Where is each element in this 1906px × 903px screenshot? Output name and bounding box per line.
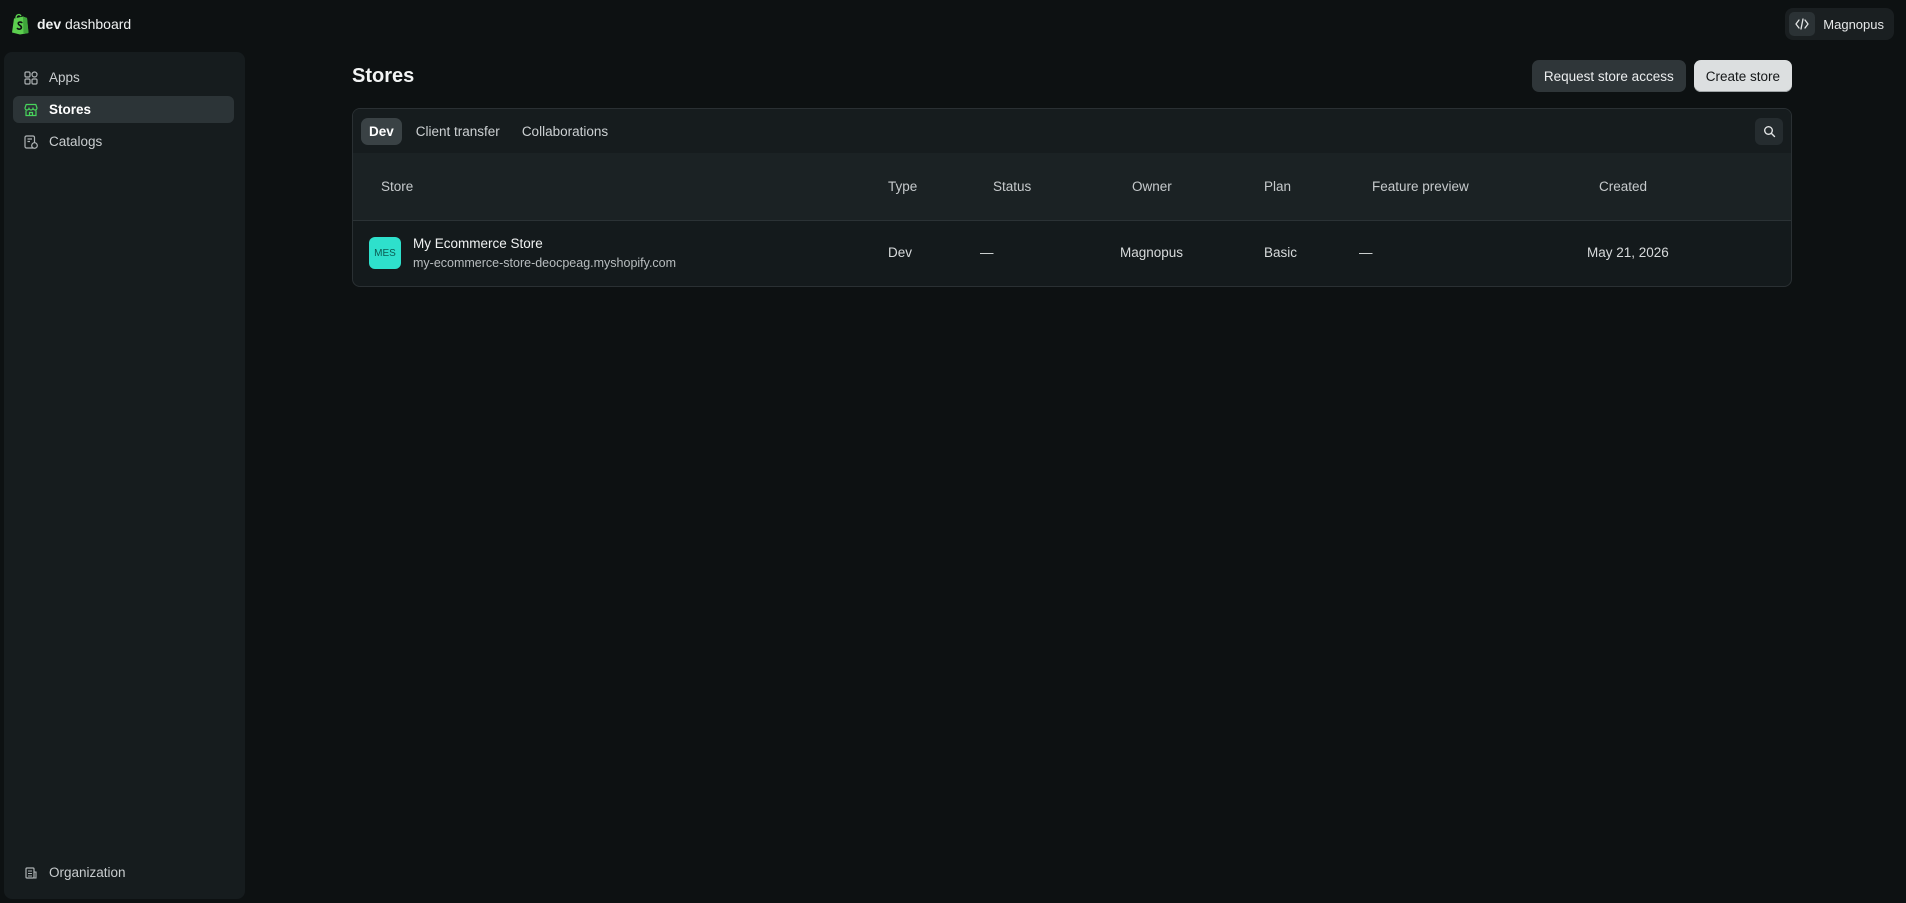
page-header: Stores Request store access Create store — [352, 59, 1792, 93]
cell-type: Dev — [888, 245, 913, 260]
sidebar-item-label: Catalogs — [49, 134, 103, 149]
top-bar: dev dashboard Magnopus — [0, 0, 1906, 48]
tab-collaborations[interactable]: Collaborations — [514, 118, 616, 145]
cell-plan: Basic — [1264, 245, 1298, 260]
shopify-logo-icon — [12, 13, 29, 35]
table-header: Store Type Status Owner Plan Feature pre… — [353, 153, 1791, 221]
sidebar-item-apps[interactable]: Apps — [13, 64, 234, 91]
table-row[interactable]: MES My Ecommerce Store my-ecommerce-stor… — [353, 221, 1791, 286]
sidebar-item-catalogs[interactable]: Catalogs — [13, 128, 234, 155]
search-icon — [1763, 125, 1775, 137]
store-name[interactable]: My Ecommerce Store — [413, 235, 676, 253]
request-store-access-button[interactable]: Request store access — [1531, 60, 1686, 92]
tabs-row: Dev Client transfer Collaborations — [353, 109, 1791, 153]
column-header-plan[interactable]: Plan — [1264, 179, 1291, 194]
store-icon — [24, 103, 38, 116]
header-actions: Request store access Create store — [1531, 60, 1792, 92]
store-url: my-ecommerce-store-deocpeag.myshopify.co… — [413, 256, 677, 270]
code-icon — [1789, 12, 1816, 36]
sidebar-item-stores[interactable]: Stores — [13, 96, 234, 123]
sidebar-item-organization[interactable]: Organization — [13, 859, 234, 886]
column-header-feature-preview[interactable]: Feature preview — [1372, 179, 1469, 194]
cell-created: May 21, 2026 — [1587, 245, 1669, 260]
brand[interactable]: dev dashboard — [10, 13, 131, 35]
tab-client-transfer[interactable]: Client transfer — [408, 118, 508, 145]
column-header-created[interactable]: Created — [1599, 179, 1647, 194]
store-cell[interactable]: My Ecommerce Store my-ecommerce-store-de… — [413, 235, 676, 272]
brand-name: dev dashboard — [37, 16, 132, 32]
catalog-icon — [24, 134, 38, 149]
stores-card: Dev Client transfer Collaborations Store… — [352, 108, 1792, 287]
store-avatar: MES — [369, 237, 401, 269]
create-store-button[interactable]: Create store — [1693, 60, 1792, 92]
tabs: Dev Client transfer Collaborations — [361, 117, 616, 145]
column-header-type[interactable]: Type — [888, 179, 917, 194]
apps-icon — [24, 70, 38, 85]
sidebar-item-label: Organization — [49, 865, 126, 880]
sidebar: Apps Stores Catalogs Organization — [4, 52, 245, 899]
sidebar-nav: Apps Stores Catalogs — [13, 64, 234, 160]
sidebar-item-label: Apps — [49, 70, 80, 85]
search-button[interactable] — [1755, 117, 1783, 145]
sidebar-item-label: Stores — [49, 102, 92, 117]
cell-owner: Magnopus — [1120, 245, 1184, 260]
column-header-owner[interactable]: Owner — [1132, 179, 1172, 194]
org-switcher[interactable]: Magnopus — [1785, 8, 1894, 40]
tab-dev[interactable]: Dev — [361, 117, 402, 145]
sidebar-bottom: Organization — [13, 859, 234, 891]
cell-feature-preview: — — [1359, 245, 1373, 260]
page-title: Stores — [352, 64, 415, 87]
cell-status: — — [980, 245, 994, 260]
column-header-store[interactable]: Store — [381, 179, 413, 194]
column-header-status[interactable]: Status — [993, 179, 1031, 194]
org-name: Magnopus — [1823, 16, 1884, 32]
organization-icon — [25, 866, 37, 879]
main-content: Stores Request store access Create store… — [352, 59, 1792, 287]
